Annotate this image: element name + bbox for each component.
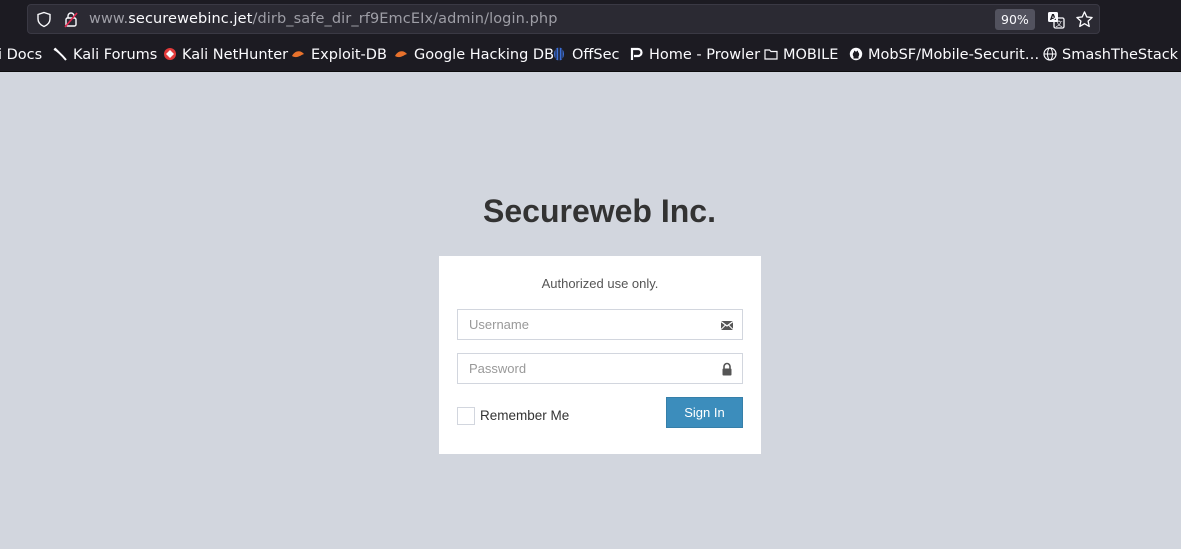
kali-dragon-icon — [53, 47, 67, 61]
bookmark-offsec[interactable]: OffSec — [552, 45, 620, 65]
bookmark-home-prowler[interactable]: Home - Prowler — [629, 45, 760, 65]
bookmark-label: OffSec — [572, 47, 620, 63]
bookmark-google-hacking-db[interactable]: Google Hacking DB — [394, 45, 554, 65]
password-input[interactable] — [458, 354, 719, 383]
bookmarks-toolbar: i Docs Kali Forums Kali NetHunter Exploi… — [0, 41, 1181, 67]
bookmark-label: Google Hacking DB — [414, 47, 555, 63]
login-box-message: Authorized use only. — [541, 276, 659, 291]
url-text[interactable]: www.securewebinc.jet/dirb_safe_dir_rf9Em… — [89, 11, 558, 27]
bookmark-label: MobSF/Mobile-Securit… — [868, 47, 1040, 63]
browser-chrome: www.securewebinc.jet/dirb_safe_dir_rf9Em… — [0, 0, 1181, 72]
username-input[interactable] — [458, 310, 719, 339]
translate-icon[interactable]: A 文 — [1047, 11, 1065, 29]
insecure-lock-icon[interactable] — [64, 11, 78, 28]
bookmark-mobsf[interactable]: MobSF/Mobile-Securit… — [849, 45, 1039, 65]
bookmark-kali-forums[interactable]: Kali Forums — [53, 45, 157, 65]
url-host: securewebinc.jet — [128, 11, 253, 27]
page-title: Secureweb Inc. — [483, 193, 716, 229]
tracking-protection-shield-icon[interactable] — [36, 11, 52, 28]
bookmark-label: MOBILE — [783, 47, 839, 63]
url-prefix: www. — [89, 11, 129, 27]
lock-icon — [722, 362, 732, 376]
github-icon — [849, 47, 863, 61]
ghdb-icon — [395, 51, 407, 58]
folder-icon — [764, 49, 778, 60]
bookmark-label: Home - Prowler — [649, 47, 761, 63]
bookmark-star-icon[interactable] — [1075, 10, 1094, 29]
bookmark-label: Kali NetHunter — [182, 47, 289, 63]
username-field[interactable] — [457, 309, 743, 340]
remember-me-label: Remember Me — [480, 408, 570, 423]
bookmark-label: Exploit-DB — [311, 47, 387, 63]
nethunter-icon — [164, 48, 176, 60]
url-path: /dirb_safe_dir_rf9EmcEIx/admin/login.php — [252, 11, 558, 27]
bookmark-label: i Docs — [0, 47, 43, 63]
bookmark-kali-docs[interactable]: i Docs — [0, 45, 42, 65]
envelope-icon — [720, 321, 734, 330]
bookmark-label: Kali Forums — [73, 47, 158, 63]
sign-in-button[interactable]: Sign In — [666, 397, 743, 428]
svg-text:文: 文 — [1056, 19, 1063, 28]
globe-icon — [1043, 47, 1057, 61]
password-field[interactable] — [457, 353, 743, 384]
bookmark-folder-mobile[interactable]: MOBILE — [764, 45, 838, 65]
bookmark-kali-nethunter[interactable]: Kali NetHunter — [163, 45, 288, 65]
bookmark-label: SmashTheStack W — [1062, 47, 1181, 63]
bookmark-exploit-db[interactable]: Exploit-DB — [291, 45, 387, 65]
zoom-level-badge[interactable]: 90% — [995, 9, 1035, 30]
prowler-icon — [630, 47, 643, 60]
offsec-icon — [554, 47, 564, 61]
login-box: Authorized use only. Remember Me Sign In — [439, 256, 761, 454]
remember-me-checkbox[interactable] — [457, 407, 475, 425]
exploit-db-icon — [292, 51, 304, 58]
bookmark-smashthestack[interactable]: SmashTheStack W — [1043, 45, 1181, 65]
address-bar[interactable]: www.securewebinc.jet/dirb_safe_dir_rf9Em… — [27, 4, 1100, 34]
